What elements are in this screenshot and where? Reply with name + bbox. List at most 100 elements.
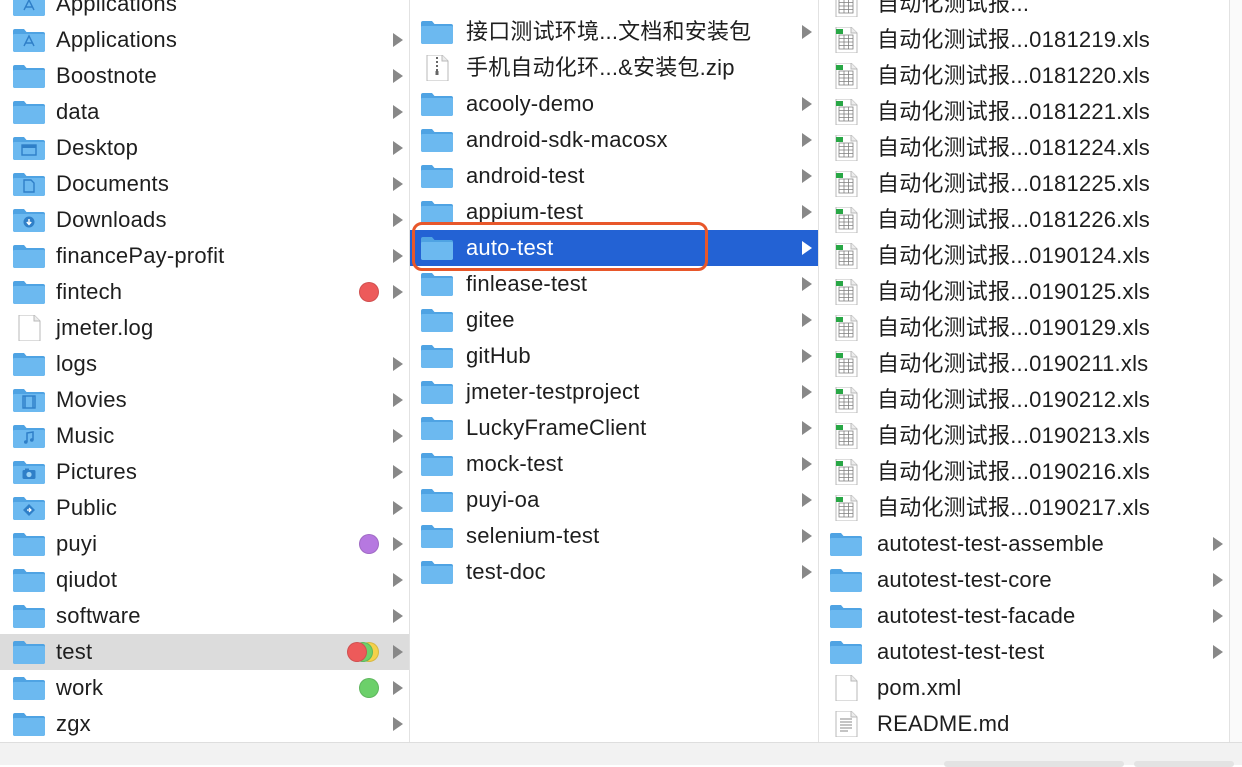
horizontal-scrollbar[interactable]: [0, 742, 1242, 767]
row-0181221-xls[interactable]: 自动化测试报...0181221.xls: [819, 94, 1229, 130]
row-item[interactable]: 接口测试环境...文档和安装包: [410, 14, 818, 50]
disclosure-arrow-icon[interactable]: [393, 717, 403, 731]
disclosure-arrow-icon[interactable]: [393, 501, 403, 515]
row-readme-md[interactable]: README.md: [819, 706, 1229, 742]
row-software[interactable]: software: [0, 598, 409, 634]
disclosure-arrow-icon[interactable]: [802, 529, 812, 543]
finder-column-3[interactable]: 自动化测试报... 自动化测试报...0181219.xls 自动化测试报...01…: [819, 0, 1230, 742]
row-luckyframeclient[interactable]: LuckyFrameClient: [410, 410, 818, 446]
vertical-scrollbar[interactable]: [1230, 0, 1242, 742]
disclosure-arrow-icon[interactable]: [802, 457, 812, 471]
row-jmeter-testproject[interactable]: jmeter-testproject: [410, 374, 818, 410]
row-github[interactable]: gitHub: [410, 338, 818, 374]
disclosure-arrow-icon[interactable]: [393, 537, 403, 551]
disclosure-arrow-icon[interactable]: [802, 241, 812, 255]
row-logs[interactable]: logs: [0, 346, 409, 382]
partial-row[interactable]: 自动化测试报...: [819, 0, 1229, 22]
partial-row[interactable]: Applications: [0, 0, 409, 22]
row-applications[interactable]: Applications: [0, 22, 409, 58]
row-autotest-test-core[interactable]: autotest-test-core: [819, 562, 1229, 598]
row-zgx[interactable]: zgx: [0, 706, 409, 742]
row-downloads[interactable]: Downloads: [0, 202, 409, 238]
disclosure-arrow-icon[interactable]: [393, 465, 403, 479]
row-0190213-xls[interactable]: 自动化测试报...0190213.xls: [819, 418, 1229, 454]
disclosure-arrow-icon[interactable]: [393, 33, 403, 47]
row-test-doc[interactable]: test-doc: [410, 554, 818, 590]
disclosure-arrow-icon[interactable]: [393, 609, 403, 623]
row-puyi[interactable]: puyi: [0, 526, 409, 562]
row-autotest-test-assemble[interactable]: autotest-test-assemble: [819, 526, 1229, 562]
disclosure-arrow-icon[interactable]: [802, 169, 812, 183]
disclosure-arrow-icon[interactable]: [1213, 645, 1223, 659]
disclosure-arrow-icon[interactable]: [393, 681, 403, 695]
disclosure-arrow-icon[interactable]: [802, 349, 812, 363]
row-selenium-test[interactable]: selenium-test: [410, 518, 818, 554]
finder-column-1[interactable]: Applications Applications Boostnote data Des…: [0, 0, 410, 742]
row-0190124-xls[interactable]: 自动化测试报...0190124.xls: [819, 238, 1229, 274]
row-pom-xml[interactable]: pom.xml: [819, 670, 1229, 706]
row-desktop[interactable]: Desktop: [0, 130, 409, 166]
row-documents[interactable]: Documents: [0, 166, 409, 202]
row-android-sdk-macosx[interactable]: android-sdk-macosx: [410, 122, 818, 158]
scroll-thumb[interactable]: [944, 761, 1124, 767]
row-mock-test[interactable]: mock-test: [410, 446, 818, 482]
row-android-test[interactable]: android-test: [410, 158, 818, 194]
row-puyi-oa[interactable]: puyi-oa: [410, 482, 818, 518]
row-music[interactable]: Music: [0, 418, 409, 454]
disclosure-arrow-icon[interactable]: [1213, 537, 1223, 551]
disclosure-arrow-icon[interactable]: [393, 249, 403, 263]
disclosure-arrow-icon[interactable]: [802, 205, 812, 219]
row-test[interactable]: test: [0, 634, 409, 670]
disclosure-arrow-icon[interactable]: [802, 385, 812, 399]
row-boostnote[interactable]: Boostnote: [0, 58, 409, 94]
row-0190216-xls[interactable]: 自动化测试报...0190216.xls: [819, 454, 1229, 490]
disclosure-arrow-icon[interactable]: [802, 565, 812, 579]
row-zip[interactable]: 手机自动化环...&安装包.zip: [410, 50, 818, 86]
disclosure-arrow-icon[interactable]: [802, 313, 812, 327]
row-0190217-xls[interactable]: 自动化测试报...0190217.xls: [819, 490, 1229, 526]
row-autotest-test-facade[interactable]: autotest-test-facade: [819, 598, 1229, 634]
disclosure-arrow-icon[interactable]: [802, 25, 812, 39]
row-data[interactable]: data: [0, 94, 409, 130]
row-0181225-xls[interactable]: 自动化测试报...0181225.xls: [819, 166, 1229, 202]
disclosure-arrow-icon[interactable]: [1213, 573, 1223, 587]
row-finlease-test[interactable]: finlease-test: [410, 266, 818, 302]
disclosure-arrow-icon[interactable]: [802, 97, 812, 111]
disclosure-arrow-icon[interactable]: [1213, 609, 1223, 623]
row-work[interactable]: work: [0, 670, 409, 706]
disclosure-arrow-icon[interactable]: [393, 285, 403, 299]
row-fintech[interactable]: fintech: [0, 274, 409, 310]
row-0181220-xls[interactable]: 自动化测试报...0181220.xls: [819, 58, 1229, 94]
row-0190129-xls[interactable]: 自动化测试报...0190129.xls: [819, 310, 1229, 346]
disclosure-arrow-icon[interactable]: [393, 429, 403, 443]
disclosure-arrow-icon[interactable]: [393, 573, 403, 587]
disclosure-arrow-icon[interactable]: [802, 133, 812, 147]
row-0190211-xls[interactable]: 自动化测试报...0190211.xls: [819, 346, 1229, 382]
disclosure-arrow-icon[interactable]: [802, 421, 812, 435]
disclosure-arrow-icon[interactable]: [393, 393, 403, 407]
row-pictures[interactable]: Pictures: [0, 454, 409, 490]
disclosure-arrow-icon[interactable]: [393, 645, 403, 659]
selected-row-auto-test[interactable]: auto-test: [410, 230, 818, 266]
row-autotest-test-test[interactable]: autotest-test-test: [819, 634, 1229, 670]
row-movies[interactable]: Movies: [0, 382, 409, 418]
disclosure-arrow-icon[interactable]: [802, 277, 812, 291]
row-gitee[interactable]: gitee: [410, 302, 818, 338]
row-appium-test[interactable]: appium-test: [410, 194, 818, 230]
row-0181226-xls[interactable]: 自动化测试报...0181226.xls: [819, 202, 1229, 238]
row-0181219-xls[interactable]: 自动化测试报...0181219.xls: [819, 22, 1229, 58]
scroll-thumb-secondary[interactable]: [1134, 761, 1234, 767]
row-qiudot[interactable]: qiudot: [0, 562, 409, 598]
row-public[interactable]: Public: [0, 490, 409, 526]
disclosure-arrow-icon[interactable]: [393, 213, 403, 227]
disclosure-arrow-icon[interactable]: [802, 493, 812, 507]
finder-column-2[interactable]: 接口测试环境...文档和安装包 手机自动化环...&安装包.zip acooly-d…: [410, 0, 819, 742]
row-0181224-xls[interactable]: 自动化测试报...0181224.xls: [819, 130, 1229, 166]
row-jmeter-log[interactable]: jmeter.log: [0, 310, 409, 346]
row-0190212-xls[interactable]: 自动化测试报...0190212.xls: [819, 382, 1229, 418]
disclosure-arrow-icon[interactable]: [393, 141, 403, 155]
disclosure-arrow-icon[interactable]: [393, 177, 403, 191]
disclosure-arrow-icon[interactable]: [393, 69, 403, 83]
row-financepay-profit[interactable]: financePay-profit: [0, 238, 409, 274]
row-0190125-xls[interactable]: 自动化测试报...0190125.xls: [819, 274, 1229, 310]
